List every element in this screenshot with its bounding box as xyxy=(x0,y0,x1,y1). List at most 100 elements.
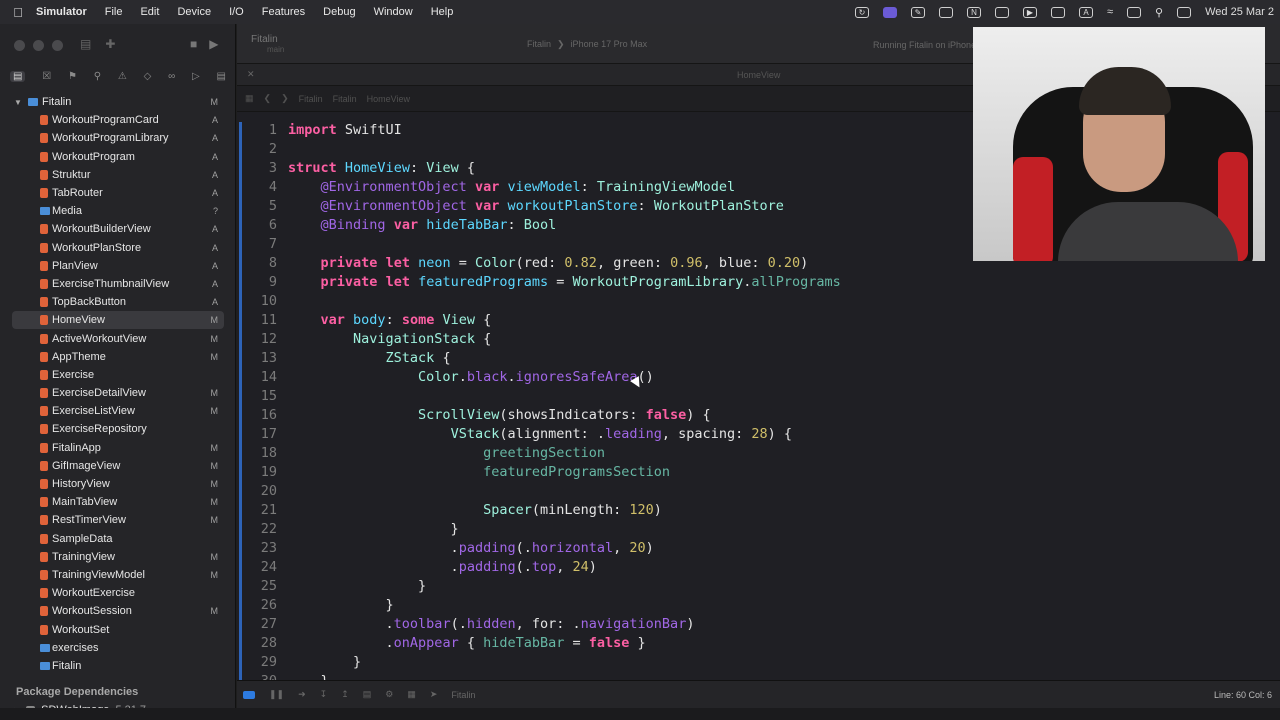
code-line[interactable]: 29 } xyxy=(237,653,1280,672)
tests-tab-icon[interactable]: ◇ xyxy=(144,71,152,82)
sidebar-item-exerciserepository[interactable]: ExerciseRepository xyxy=(0,420,236,438)
play-icon[interactable]: ▶ xyxy=(1023,6,1037,18)
sidebar-item-workoutexercise[interactable]: WorkoutExercise xyxy=(0,584,236,602)
menu-help[interactable]: Help xyxy=(431,6,454,18)
breadcrumb-folder[interactable]: Fitalin xyxy=(333,94,357,104)
battery-icon[interactable] xyxy=(1127,6,1142,18)
run-icon[interactable]: ▶ xyxy=(209,37,218,51)
code-line[interactable]: 11 var body: some View { xyxy=(237,311,1280,330)
sidebar-item-workoutprogramlibrary[interactable]: WorkoutProgramLibrary A xyxy=(0,129,236,147)
code-line[interactable]: 12 NavigationStack { xyxy=(237,330,1280,349)
code-line[interactable]: 14 Color.black.ignoresSafeArea() xyxy=(237,368,1280,387)
pause-icon[interactable]: ❚❚ xyxy=(269,689,284,700)
code-line[interactable]: 25 } xyxy=(237,577,1280,596)
sidebar-toggle-icon[interactable]: ▤ xyxy=(80,37,91,51)
sidebar-item-exercises[interactable]: exercises xyxy=(0,639,236,657)
sidebar-item-struktur[interactable]: Struktur A xyxy=(0,166,236,184)
add-icon[interactable]: ✚ xyxy=(105,37,115,51)
code-line[interactable]: 24 .padding(.top, 24) xyxy=(237,558,1280,577)
clock[interactable]: Wed 25 Mar 2 xyxy=(1205,6,1274,18)
sidebar-item-topbackbutton[interactable]: TopBackButton A xyxy=(0,293,236,311)
code-line[interactable]: 26 } xyxy=(237,596,1280,615)
apple-menu-icon[interactable]:  xyxy=(0,5,36,20)
sidebar-item-exercisethumbnailview[interactable]: ExerciseThumbnailView A xyxy=(0,275,236,293)
menu-features[interactable]: Features xyxy=(262,6,305,18)
breadcrumb-project[interactable]: Fitalin xyxy=(299,94,323,104)
location-icon[interactable]: ➤ xyxy=(430,689,438,700)
sidebar-item-planview[interactable]: PlanView A xyxy=(0,257,236,275)
sidebar-item-workoutsession[interactable]: WorkoutSession M xyxy=(0,602,236,620)
project-title[interactable]: Fitalin main xyxy=(251,34,284,54)
grid-icon[interactable]: ▦ xyxy=(245,93,254,104)
sidebar-item-activeworkoutview[interactable]: ActiveWorkoutView M xyxy=(0,329,236,347)
debug-tab-icon[interactable]: ∞ xyxy=(168,71,175,82)
scheme-selector[interactable]: Fitalin ❯ iPhone 17 Pro Max xyxy=(527,39,647,50)
code-line[interactable]: 10 xyxy=(237,292,1280,311)
forward-icon[interactable]: ❯ xyxy=(281,93,289,104)
sidebar-item-apptheme[interactable]: AppTheme M xyxy=(0,348,236,366)
code-line[interactable]: 20 xyxy=(237,482,1280,501)
find-tab-icon[interactable]: ⚲ xyxy=(94,71,101,82)
tree-root-fitalin[interactable]: ▼ Fitalin M xyxy=(0,93,236,111)
code-line[interactable]: 23 .padding(.horizontal, 20) xyxy=(237,539,1280,558)
code-line[interactable]: 18 greetingSection xyxy=(237,444,1280,463)
app-menu[interactable]: Simulator xyxy=(36,6,87,18)
environment-icon[interactable]: ▦ xyxy=(407,689,416,700)
sidebar-item-trainingviewmodel[interactable]: TrainingViewModel M xyxy=(0,566,236,584)
code-line[interactable]: 27 .toolbar(.hidden, for: .navigationBar… xyxy=(237,615,1280,634)
menu-debug[interactable]: Debug xyxy=(323,6,355,18)
code-line[interactable]: 21 Spacer(minLength: 120) xyxy=(237,501,1280,520)
sidebar-item-trainingview[interactable]: TrainingView M xyxy=(0,548,236,566)
sidebar-item-gifimageview[interactable]: GifImageView M xyxy=(0,457,236,475)
sidebar-item-workoutplanstore[interactable]: WorkoutPlanStore A xyxy=(0,239,236,257)
stop-icon[interactable]: ■ xyxy=(190,37,197,51)
keyboard-input-icon[interactable]: A xyxy=(1079,6,1093,18)
sidebar-item-exerciselistview[interactable]: ExerciseListView M xyxy=(0,402,236,420)
reports-tab-icon[interactable]: ▤ xyxy=(216,71,225,82)
bookmarks-tab-icon[interactable]: ⚑ xyxy=(68,71,77,82)
sidebar-item-maintabview[interactable]: MainTabView M xyxy=(0,493,236,511)
control-center-icon[interactable] xyxy=(1177,6,1192,18)
code-line[interactable]: 16 ScrollView(showsIndicators: false) { xyxy=(237,406,1280,425)
sidebar-item-workoutbuilderview[interactable]: WorkoutBuilderView A xyxy=(0,220,236,238)
step-out-icon[interactable]: ↥ xyxy=(341,689,349,700)
sidebar-item-tabrouter[interactable]: TabRouter A xyxy=(0,184,236,202)
sidebar-item-workoutset[interactable]: WorkoutSet xyxy=(0,620,236,638)
sidebar-item-historyview[interactable]: HistoryView M xyxy=(0,475,236,493)
breadcrumb-file[interactable]: HomeView xyxy=(367,94,410,104)
spotlight-search-icon[interactable]: ⚲ xyxy=(1155,6,1163,19)
code-line[interactable]: 28 .onAppear { hideTabBar = false } xyxy=(237,634,1280,653)
menu-io[interactable]: I/O xyxy=(229,6,244,18)
notion-icon[interactable]: N xyxy=(967,6,981,18)
sidebar-item-workoutprogramcard[interactable]: WorkoutProgramCard A xyxy=(0,111,236,129)
sidebar-item-media[interactable]: Media? xyxy=(0,202,236,220)
sidebar-item-fitalinapp[interactable]: FitalinApp M xyxy=(0,439,236,457)
camera-icon[interactable] xyxy=(995,6,1009,18)
accessibility-icon[interactable] xyxy=(1051,6,1065,18)
wifi-icon[interactable]: ≈ xyxy=(1107,6,1113,18)
tab-homeview[interactable]: HomeView xyxy=(737,70,780,80)
sidebar-item-resttimerview[interactable]: RestTimerView M xyxy=(0,511,236,529)
step-over-icon[interactable]: ➜ xyxy=(298,689,306,700)
sidebar-item-exercisedetailview[interactable]: ExerciseDetailView M xyxy=(0,384,236,402)
sync-icon[interactable]: ↻ xyxy=(855,6,869,18)
source-control-tab-icon[interactable]: ☒ xyxy=(42,71,51,82)
menu-file[interactable]: File xyxy=(105,6,123,18)
code-line[interactable]: 9 private let featuredPrograms = Workout… xyxy=(237,273,1280,292)
close-window-button[interactable] xyxy=(14,40,25,51)
sidebar-item-sampledata[interactable]: SampleData xyxy=(0,530,236,548)
back-icon[interactable]: ❮ xyxy=(264,93,272,104)
project-navigator-tab-icon[interactable]: ▤ xyxy=(10,70,26,82)
code-line[interactable]: 13 ZStack { xyxy=(237,349,1280,368)
vpn-icon[interactable] xyxy=(939,6,953,18)
close-tab-icon[interactable]: ✕ xyxy=(247,69,255,80)
issues-tab-icon[interactable]: ⚠ xyxy=(118,71,127,82)
debug-scheme[interactable]: Fitalin xyxy=(451,690,475,700)
menu-edit[interactable]: Edit xyxy=(140,6,159,18)
code-line[interactable]: 30 } xyxy=(237,672,1280,680)
sidebar-item-exercise[interactable]: Exercise xyxy=(0,366,236,384)
code-line[interactable]: 17 VStack(alignment: .leading, spacing: … xyxy=(237,425,1280,444)
chevron-down-icon[interactable]: ▼ xyxy=(14,98,22,107)
zoom-window-button[interactable] xyxy=(52,40,63,51)
screen-record-icon[interactable] xyxy=(883,6,897,18)
